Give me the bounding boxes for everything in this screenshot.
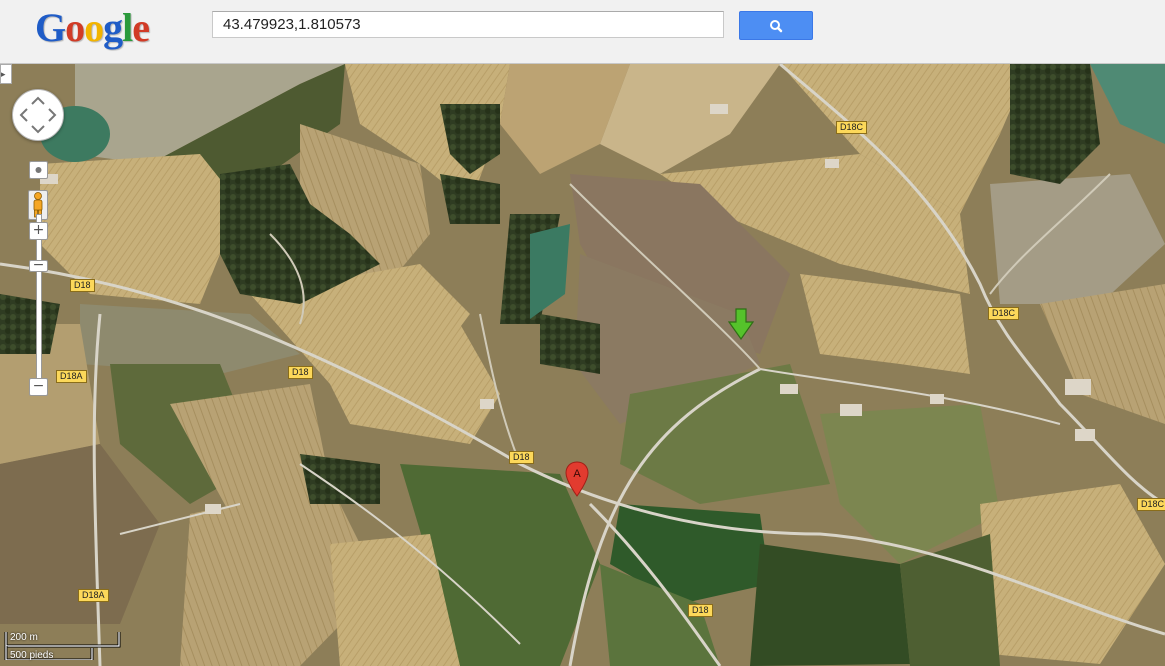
- road-label-d18c-mid: D18C: [988, 307, 1020, 320]
- road-label-d18-bottom: D18: [688, 604, 713, 617]
- road-label-d18-center: D18: [288, 366, 313, 379]
- marker-label: A: [573, 468, 581, 480]
- logo-letter: G: [35, 5, 66, 50]
- search-button[interactable]: [739, 11, 813, 40]
- zoom-in-button[interactable]: +: [29, 222, 48, 240]
- search-input[interactable]: [212, 11, 724, 38]
- logo-letter: o: [65, 5, 85, 50]
- scale-imperial-label: 500 pieds: [10, 650, 54, 661]
- scale-bar: 200 m 500 pieds: [4, 630, 134, 661]
- dot-icon: [35, 167, 42, 173]
- logo-letter: e: [132, 5, 150, 50]
- logo-letter: l: [122, 5, 133, 50]
- pan-control[interactable]: [12, 89, 64, 141]
- pan-arrows-icon: [19, 96, 57, 134]
- zoom-out-button[interactable]: −: [29, 378, 48, 396]
- road-label-d18-left: D18: [70, 279, 95, 292]
- satellite-map[interactable]: D18C D18C D18C D18 D18 D18 D18 D18A D18A…: [0, 64, 1165, 666]
- top-bar: Google: [0, 0, 1165, 64]
- satellite-imagery: [0, 64, 1165, 666]
- road-label-d18c-right: D18C: [1137, 498, 1165, 511]
- logo-letter: o: [84, 5, 104, 50]
- scale-metric-label: 200 m: [10, 632, 38, 643]
- google-logo[interactable]: Google: [35, 4, 150, 51]
- reset-view-button[interactable]: [29, 161, 48, 179]
- magnifier-icon: [770, 20, 783, 33]
- road-label-d18a-upper: D18A: [56, 370, 87, 383]
- logo-letter: g: [103, 5, 123, 50]
- search-result-marker[interactable]: A: [565, 461, 589, 497]
- road-label-d18a-lower: D18A: [78, 589, 109, 602]
- collapse-tab[interactable]: ▸: [0, 64, 12, 84]
- green-arrow-marker[interactable]: [728, 308, 754, 340]
- road-label-d18c-top: D18C: [836, 121, 868, 134]
- road-label-d18-lower: D18: [509, 451, 534, 464]
- zoom-slider-handle[interactable]: −: [29, 258, 48, 272]
